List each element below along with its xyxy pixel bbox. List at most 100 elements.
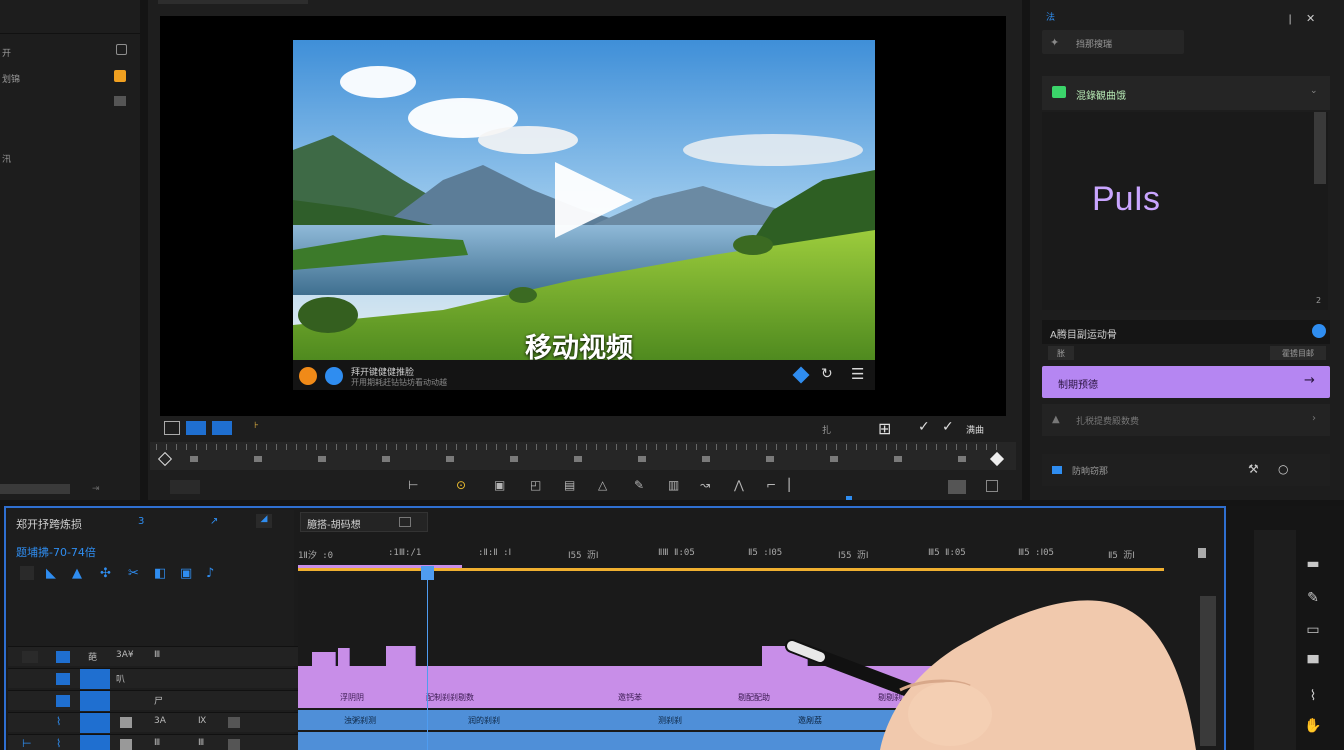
menu-icon[interactable]: ☰ bbox=[851, 365, 864, 383]
safe-margins-icon[interactable]: ⊞ bbox=[878, 419, 891, 438]
play-icon[interactable] bbox=[555, 162, 633, 238]
panel-close-icon[interactable]: ✕ bbox=[1306, 12, 1315, 25]
track-lock-icon[interactable] bbox=[22, 651, 38, 663]
track-sync-icon[interactable] bbox=[80, 735, 110, 750]
settings-row[interactable]: ▲ 扎税提费殿数费 › bbox=[1042, 404, 1330, 436]
track-header-row[interactable]: ⌇ 3A Ⅸ bbox=[8, 712, 302, 733]
timeline-sub-icon[interactable]: 3 bbox=[138, 516, 144, 527]
out-point-icon[interactable] bbox=[989, 451, 1005, 467]
rectangle-tool-icon[interactable]: ▭ bbox=[1300, 622, 1326, 642]
view-button-1[interactable] bbox=[186, 421, 206, 435]
timeline-clip[interactable] bbox=[386, 646, 416, 666]
timeline-clip[interactable] bbox=[312, 652, 336, 666]
extract-icon[interactable]: ◰ bbox=[530, 478, 541, 492]
fullscreen-icon[interactable] bbox=[986, 480, 998, 492]
ripple-icon[interactable]: ↝ bbox=[700, 478, 710, 492]
timeline-clip[interactable] bbox=[338, 648, 350, 666]
left-scrollbar[interactable] bbox=[0, 484, 70, 494]
track-header-row[interactable]: 叭 bbox=[8, 668, 302, 689]
track-solo-icon[interactable] bbox=[228, 739, 240, 750]
tool-stack-icon[interactable]: ▲ bbox=[72, 566, 82, 581]
video-frame[interactable]: 移动视频 bbox=[293, 40, 875, 360]
tool-split-icon[interactable]: ✣ bbox=[100, 566, 111, 581]
track-sync-icon[interactable] bbox=[80, 669, 110, 689]
blue-app-icon[interactable] bbox=[325, 367, 343, 385]
track-tools: ◣ ▲ ✣ ✂ ◧ ▣ ♪ bbox=[20, 566, 240, 582]
track-sync-icon[interactable] bbox=[80, 691, 110, 711]
track-header-row[interactable]: 葩 3A¥ Ⅲ bbox=[8, 646, 302, 666]
track-waveform-icon[interactable]: ⌇ bbox=[56, 737, 61, 750]
check-icon[interactable]: ✓ bbox=[918, 419, 930, 435]
track-target-icon[interactable] bbox=[56, 673, 70, 685]
ruler-end-icon[interactable] bbox=[1198, 548, 1206, 558]
selection-tool-icon[interactable]: ▬ bbox=[1300, 556, 1326, 576]
mark-in-icon[interactable]: ⊢ bbox=[408, 478, 418, 492]
refresh-icon[interactable]: ↻ bbox=[821, 366, 833, 382]
playhead-handle[interactable] bbox=[421, 566, 434, 580]
track-sync-icon[interactable] bbox=[80, 713, 110, 733]
effect-search-box[interactable] bbox=[1042, 30, 1184, 54]
razor-icon[interactable]: ⌐ bbox=[766, 478, 776, 492]
in-point-icon[interactable] bbox=[157, 451, 173, 467]
orange-app-icon[interactable] bbox=[299, 367, 317, 385]
grid-icon[interactable] bbox=[114, 96, 126, 106]
track-waveform-icon[interactable]: ⌇ bbox=[56, 715, 61, 728]
logo-index: 2 bbox=[1316, 296, 1322, 305]
playhead-line[interactable] bbox=[427, 566, 428, 750]
track-select-tool-icon[interactable]: ▀ bbox=[1300, 656, 1326, 676]
button-editor-icon[interactable] bbox=[948, 480, 966, 494]
track-header-row[interactable]: ⊢ ⌇ Ⅲ Ⅲ bbox=[8, 734, 302, 750]
sequence-tab[interactable]: 臆搭-胡码想 bbox=[300, 512, 428, 532]
track-header-row[interactable]: 尸 bbox=[8, 690, 302, 711]
panel-tab-label[interactable]: 法 bbox=[1046, 10, 1055, 23]
pen-tool-icon[interactable]: ✎ bbox=[1300, 590, 1326, 610]
track-mute-icon[interactable] bbox=[120, 717, 132, 728]
playhead-icon[interactable]: ⊦ bbox=[254, 421, 259, 431]
tag-right[interactable]: 霍掳目邮 bbox=[1270, 346, 1326, 360]
razor-tool-icon[interactable]: ⌇ bbox=[1300, 688, 1326, 708]
video-info-bar: 拜开键健健推脸 开用期耗赶钻钻坊看动动越 ↻ ☰ bbox=[293, 360, 875, 390]
pen-icon[interactable]: ✎ bbox=[634, 478, 644, 492]
grid-view-icon[interactable] bbox=[164, 421, 180, 435]
comparison-icon[interactable]: △ bbox=[598, 478, 607, 492]
view-button-2[interactable] bbox=[212, 421, 232, 435]
tool-razor-icon[interactable]: ✂ bbox=[128, 566, 139, 581]
logo-scrollbar[interactable] bbox=[1314, 112, 1326, 184]
snap-icon[interactable]: ◢ bbox=[256, 514, 272, 528]
link-icon[interactable]: ↗ bbox=[210, 516, 218, 527]
toggle-switch[interactable] bbox=[1312, 324, 1326, 338]
track-mute-icon[interactable] bbox=[120, 739, 132, 750]
diamond-icon[interactable] bbox=[792, 366, 810, 384]
tool-audio-icon[interactable]: ♪ bbox=[206, 566, 214, 581]
loop-icon[interactable]: ⊙ bbox=[456, 478, 466, 492]
apply-button[interactable]: 制期预德 → bbox=[1042, 366, 1330, 398]
tool-bracket-icon[interactable]: ◣ bbox=[46, 566, 56, 581]
tool-grid-icon[interactable]: ▣ bbox=[180, 566, 192, 581]
marker-icon[interactable]: ⎮ bbox=[786, 478, 792, 492]
bottom-row-label: 防晌窃那 bbox=[1072, 467, 1109, 477]
panel-pin-icon[interactable]: ❘ bbox=[1286, 14, 1294, 25]
slip-icon[interactable]: ⋀ bbox=[734, 478, 744, 492]
check-double-icon[interactable]: ✓ bbox=[942, 419, 954, 435]
wrench-icon[interactable]: ⚒ bbox=[1248, 462, 1259, 476]
export-frame-icon[interactable]: ▤ bbox=[564, 478, 575, 492]
folder-icon[interactable] bbox=[116, 44, 127, 55]
clip-icon[interactable]: ▥ bbox=[668, 478, 679, 492]
settings-tab[interactable] bbox=[170, 480, 200, 494]
sequence-tab-close-icon[interactable] bbox=[399, 517, 411, 527]
badge-icon[interactable] bbox=[114, 70, 126, 82]
collapse-icon[interactable]: ⇥ bbox=[92, 484, 100, 494]
monitor-scrubber[interactable] bbox=[150, 442, 1016, 470]
tag-left[interactable]: 胀 bbox=[1048, 346, 1074, 360]
scrubber-ticks bbox=[156, 444, 1006, 450]
hand-tool-icon[interactable]: ✋ bbox=[1300, 718, 1326, 738]
tool-fill-icon[interactable]: ◧ bbox=[154, 566, 166, 581]
track-solo-icon[interactable] bbox=[228, 717, 240, 728]
track-target-icon[interactable] bbox=[56, 651, 70, 663]
circle-icon[interactable]: ○ bbox=[1278, 462, 1288, 476]
track-target-icon[interactable] bbox=[56, 695, 70, 707]
chevron-down-icon[interactable]: ⌄ bbox=[1310, 86, 1318, 96]
tool-square-icon[interactable] bbox=[20, 566, 34, 580]
track-audio-icon[interactable]: ⊢ bbox=[22, 737, 32, 750]
lift-icon[interactable]: ▣ bbox=[494, 478, 505, 492]
